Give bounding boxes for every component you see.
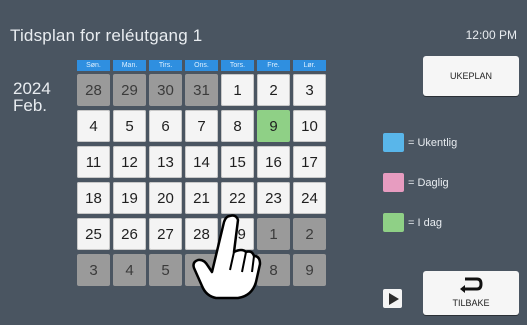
calendar-day[interactable]: 17 (293, 146, 326, 178)
weekday-tue: Tirs. (149, 60, 182, 71)
calendar-day-next-month[interactable]: 4 (113, 254, 146, 286)
calendar-day[interactable]: 10 (293, 110, 326, 142)
calendar-day-next-month[interactable]: 9 (293, 254, 326, 286)
legend-today-label: = I dag (408, 216, 442, 229)
calendar-day-prev-month[interactable]: 28 (77, 74, 110, 106)
calendar-day-prev-month[interactable]: 29 (113, 74, 146, 106)
back-button[interactable]: TILBAKE (423, 271, 519, 315)
legend-daily-label: = Daglig (408, 176, 449, 189)
calendar-day[interactable]: 1 (221, 74, 254, 106)
calendar-day-prev-month[interactable]: 30 (149, 74, 182, 106)
back-arrow-icon (460, 277, 483, 293)
hand-pointer-icon (192, 214, 262, 300)
legend-today-swatch (383, 213, 404, 232)
calendar-day-next-month[interactable]: 3 (77, 254, 110, 286)
calendar-day-prev-month[interactable]: 31 (185, 74, 218, 106)
calendar-day[interactable]: 12 (113, 146, 146, 178)
calendar-day[interactable]: 8 (221, 110, 254, 142)
calendar-day[interactable]: 6 (149, 110, 182, 142)
weekday-sat: Lør. (293, 60, 326, 71)
legend-weekly: = Ukentlig (383, 133, 457, 152)
calendar-day[interactable]: 3 (293, 74, 326, 106)
calendar-day[interactable]: 13 (149, 146, 182, 178)
calendar-day[interactable]: 23 (257, 182, 290, 214)
calendar-day[interactable]: 16 (257, 146, 290, 178)
weekday-thu: Tors. (221, 60, 254, 71)
calendar-day[interactable]: 27 (149, 218, 182, 250)
calendar-day-today[interactable]: 9 (257, 110, 290, 142)
weekday-sun: Søn. (77, 60, 110, 71)
next-arrow-icon (388, 292, 399, 305)
weekplan-button[interactable]: UKEPLAN (423, 56, 519, 96)
calendar-day[interactable]: 11 (77, 146, 110, 178)
calendar-day[interactable]: 25 (77, 218, 110, 250)
back-button-label: TILBAKE (452, 298, 490, 308)
next-month-button[interactable] (383, 289, 402, 308)
legend-daily: = Daglig (383, 173, 449, 192)
month-label: Feb. (13, 96, 48, 115)
clock: 12:00 PM (465, 28, 517, 42)
legend-daily-swatch (383, 173, 404, 192)
calendar-day-next-month[interactable]: 2 (293, 218, 326, 250)
weekday-header: Søn. Man. Tirs. Ons. Tors. Fre. Lør. (77, 60, 326, 71)
calendar-day[interactable]: 2 (257, 74, 290, 106)
calendar-day[interactable]: 15 (221, 146, 254, 178)
calendar-day[interactable]: 20 (149, 182, 182, 214)
calendar-day[interactable]: 22 (221, 182, 254, 214)
calendar-day[interactable]: 19 (113, 182, 146, 214)
calendar-day[interactable]: 26 (113, 218, 146, 250)
legend-weekly-swatch (383, 133, 404, 152)
calendar-day-next-month[interactable]: 5 (149, 254, 182, 286)
legend-today: = I dag (383, 213, 442, 232)
weekday-mon: Man. (113, 60, 146, 71)
page-title: Tidsplan for reléutgang 1 (10, 26, 203, 45)
calendar-day[interactable]: 18 (77, 182, 110, 214)
calendar-day[interactable]: 14 (185, 146, 218, 178)
calendar-day[interactable]: 24 (293, 182, 326, 214)
calendar-day[interactable]: 4 (77, 110, 110, 142)
calendar-day[interactable]: 21 (185, 182, 218, 214)
calendar-day[interactable]: 5 (113, 110, 146, 142)
legend-weekly-label: = Ukentlig (408, 136, 458, 149)
weekday-fri: Fre. (257, 60, 290, 71)
weekday-wed: Ons. (185, 60, 218, 71)
calendar-day[interactable]: 7 (185, 110, 218, 142)
